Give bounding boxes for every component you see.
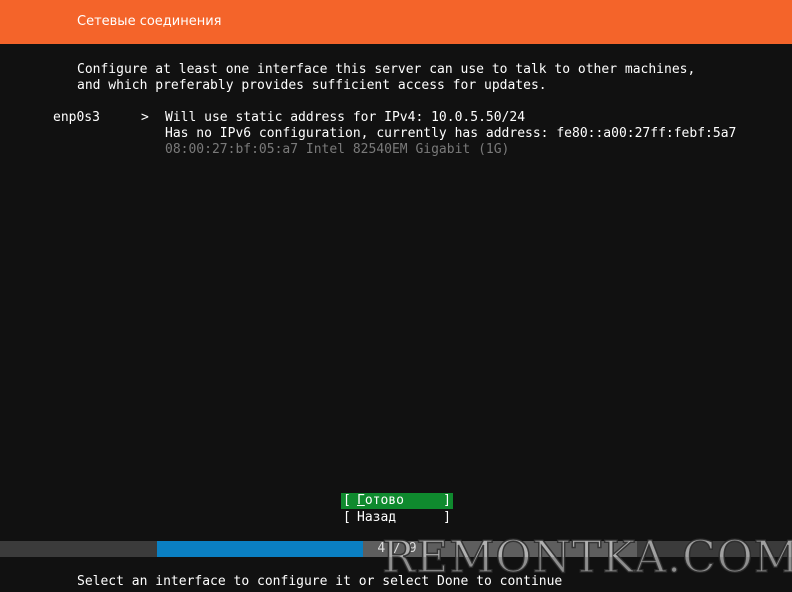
bracket-right: ] (443, 493, 451, 508)
interface-expand-arrow[interactable]: > (141, 110, 149, 126)
intro-text-line-2: and which preferably provides sufficient… (77, 78, 547, 93)
progress-bar: 4 / 9 (0, 541, 792, 557)
bracket-right: ] (443, 510, 451, 525)
done-button[interactable]: [ Готово ] (341, 493, 453, 509)
page-title: Сетевые соединения (77, 14, 222, 29)
interface-ipv4-status: Will use static address for IPv4: 10.0.5… (165, 110, 526, 125)
status-hint: Select an interface to configure it or s… (77, 574, 563, 589)
back-button[interactable]: [ Назад ] (341, 510, 453, 526)
header-bar: Сетевые соединения (0, 0, 792, 44)
bracket-left: [ (343, 493, 351, 508)
interface-ipv6-status: Has no IPv6 configuration, currently has… (165, 126, 737, 141)
progress-step-text: 4 / 9 (377, 541, 417, 556)
back-button-label: Назад (357, 510, 397, 525)
interface-name[interactable]: enp0s3 (53, 110, 100, 126)
done-button-label: Готово (357, 493, 404, 508)
intro-text-line-1: Configure at least one interface this se… (77, 62, 696, 77)
progress-track: 4 / 9 (157, 541, 637, 557)
bracket-left: [ (343, 510, 351, 525)
interface-hardware-info: 08:00:27:bf:05:a7 Intel 82540EM Gigabit … (165, 142, 510, 157)
